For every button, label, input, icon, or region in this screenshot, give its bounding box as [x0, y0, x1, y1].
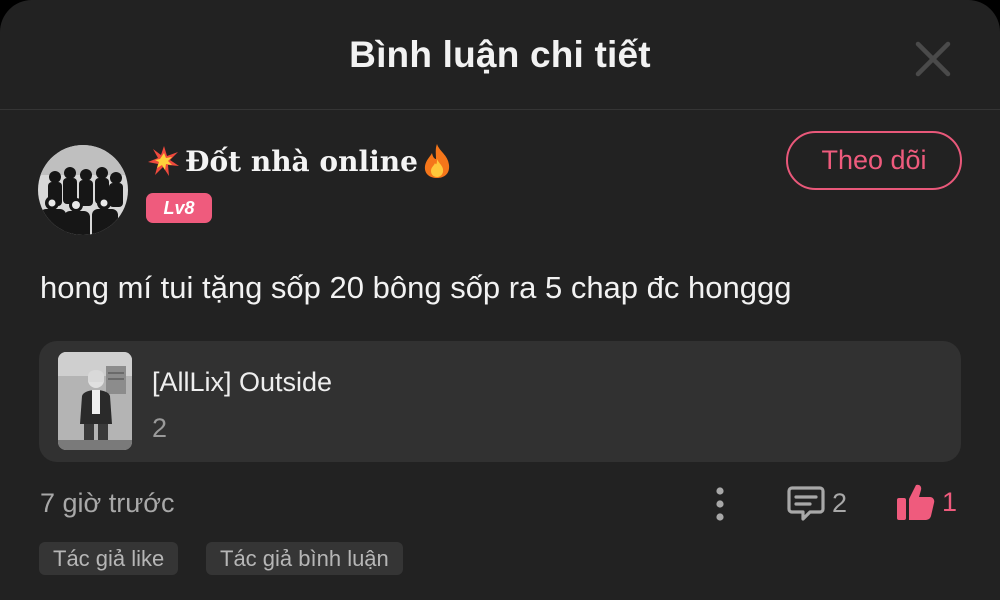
reply-count: 2 — [832, 487, 848, 518]
level-badge: Lv8 — [146, 193, 212, 223]
username-text: Đốt nhà online — [185, 144, 418, 178]
story-thumbnail — [58, 352, 132, 450]
story-title: [AllLix] Outside — [152, 367, 333, 397]
collision-emoji-icon — [147, 144, 181, 178]
user-avatar[interactable] — [38, 145, 128, 235]
page-title: Bình luận chi tiết — [349, 34, 651, 75]
more-vertical-icon — [716, 487, 724, 521]
reply-button[interactable]: 2 — [786, 480, 847, 526]
close-icon — [915, 41, 951, 77]
comment-timestamp: 7 giờ trước — [40, 488, 175, 518]
follow-button[interactable]: Theo dõi — [786, 131, 962, 190]
sheet-header: Bình luận chi tiết — [0, 0, 1000, 110]
author-replied-tag: Tác giả bình luận — [206, 542, 403, 575]
comment-detail-sheet: Bình luận chi tiết Đốt nhà online Lv8 Th… — [0, 0, 1000, 600]
like-button[interactable]: 1 — [894, 479, 957, 525]
story-chapter: 2 — [152, 413, 168, 443]
username[interactable]: Đốt nhà online — [147, 140, 452, 182]
story-card[interactable]: [AllLix] Outside 2 — [39, 341, 961, 462]
close-button[interactable] — [906, 32, 960, 86]
more-options-button[interactable] — [706, 484, 734, 524]
comment-body: hong mí tui tặng sốp 20 bông sốp ra 5 ch… — [40, 270, 792, 305]
author-liked-tag: Tác giả like — [39, 542, 179, 575]
fire-emoji-icon — [422, 143, 452, 179]
story-cover-image — [58, 352, 132, 450]
like-count: 1 — [942, 486, 958, 517]
comment-icon — [787, 486, 825, 521]
thumbs-up-icon — [897, 484, 935, 520]
user-avatar-photo — [38, 145, 128, 235]
